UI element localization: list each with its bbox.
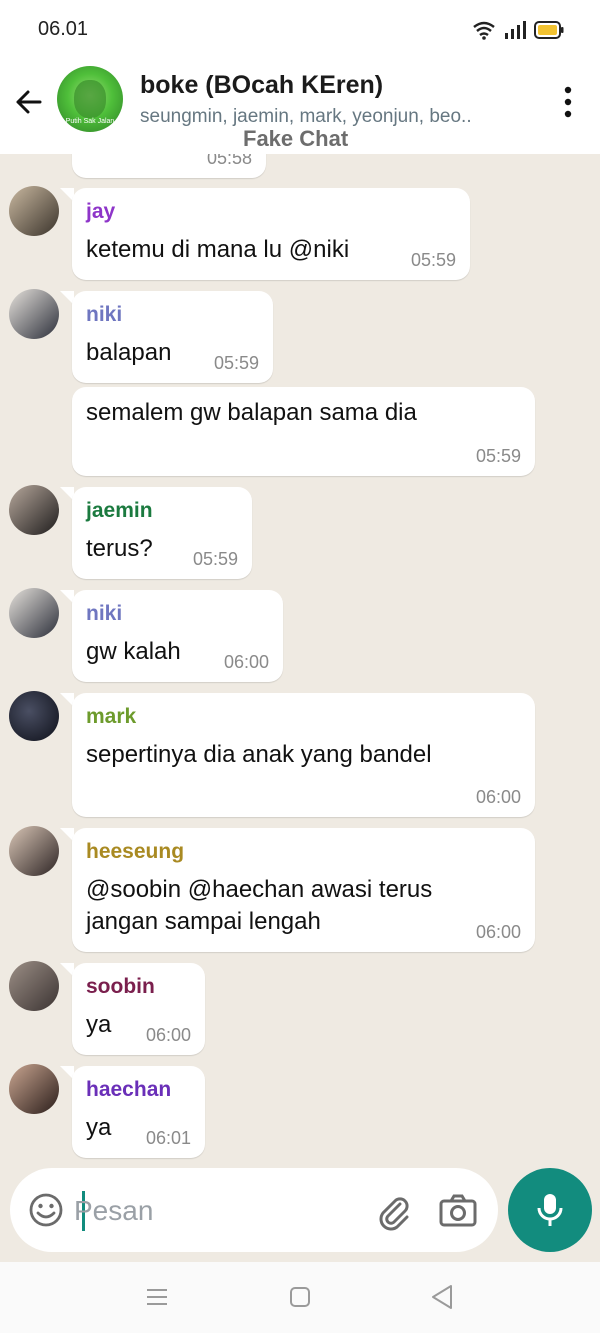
message-text: tes and xyxy=(86,154,165,162)
camera-icon[interactable] xyxy=(438,1190,478,1230)
message-time: 06:00 xyxy=(475,787,521,807)
battery-icon xyxy=(534,21,564,39)
avatar[interactable] xyxy=(9,588,59,638)
chat-area: tes and 05:58 jay ketemu di mana lu @nik… xyxy=(0,154,600,1260)
status-icons xyxy=(472,18,564,42)
watermark-label: Fake Chat xyxy=(243,126,349,151)
message-bubble[interactable]: jay ketemu di mana lu @niki 05:59 xyxy=(72,188,470,280)
group-members[interactable]: seungmin, jaemin, mark, yeonjun, beo.. xyxy=(140,106,472,128)
back-arrow-icon[interactable] xyxy=(10,82,50,122)
message-time: 06:00 xyxy=(223,652,269,672)
message-bubble[interactable]: heeseung @soobin @haechan awasi terus ja… xyxy=(72,828,535,952)
message-time: 05:58 xyxy=(206,154,252,168)
avatar[interactable] xyxy=(9,485,59,535)
message-bubble[interactable]: niki gw kalah 06:00 xyxy=(72,590,283,682)
message-text: semalem gw balapan sama dia xyxy=(86,399,417,426)
message-bubble[interactable]: jaemin terus? 05:59 xyxy=(72,487,252,579)
message-text: terus? xyxy=(86,535,153,562)
group-avatar-face xyxy=(74,80,106,118)
signal-icon xyxy=(505,21,526,39)
status-time: 06.01 xyxy=(38,18,89,40)
paperclip-icon[interactable] xyxy=(374,1192,414,1232)
message-bubble[interactable]: semalem gw balapan sama dia 05:59 xyxy=(72,387,535,476)
sender-name: jay xyxy=(86,200,116,223)
message-time: 05:59 xyxy=(475,446,521,466)
avatar[interactable] xyxy=(9,1064,59,1114)
microphone-icon xyxy=(537,1194,563,1226)
group-avatar[interactable]: Putih Sak Jalan xyxy=(57,66,123,132)
sender-name: niki xyxy=(86,303,123,326)
message-bubble[interactable]: tes and 05:58 xyxy=(72,154,266,178)
sender-name: mark xyxy=(86,705,137,728)
avatar[interactable] xyxy=(9,826,59,876)
message-time: 05:59 xyxy=(192,549,238,569)
sender-name: soobin xyxy=(86,975,155,998)
message-text: gw kalah xyxy=(86,638,181,665)
group-title[interactable]: boke (BOcah KEren) xyxy=(140,71,383,100)
message-text: balapan xyxy=(86,339,172,366)
nav-back-icon[interactable] xyxy=(430,1284,454,1310)
avatar[interactable] xyxy=(9,186,59,236)
message-input[interactable] xyxy=(72,1186,356,1236)
message-bubble[interactable]: soobin ya 06:00 xyxy=(72,963,205,1055)
message-time: 06:00 xyxy=(475,922,521,942)
group-avatar-caption: Putih Sak Jalan xyxy=(65,118,115,125)
message-time: 05:59 xyxy=(213,353,259,373)
emoji-icon[interactable] xyxy=(28,1192,64,1228)
avatar[interactable] xyxy=(9,289,59,339)
message-time: 05:59 xyxy=(410,250,456,270)
system-nav-bar xyxy=(0,1262,600,1333)
message-text: ya xyxy=(86,1011,112,1038)
sender-name: jaemin xyxy=(86,499,153,522)
message-input-bar xyxy=(10,1168,498,1252)
avatar[interactable] xyxy=(9,961,59,1011)
home-icon[interactable] xyxy=(289,1286,311,1308)
wifi-icon xyxy=(473,21,495,40)
sender-name: heeseung xyxy=(86,840,185,863)
avatar[interactable] xyxy=(9,691,59,741)
sender-name: niki xyxy=(86,602,123,625)
status-bar: 06.01 xyxy=(0,0,600,58)
message-text: ketemu di mana lu @niki xyxy=(86,236,350,263)
message-bubble[interactable]: niki balapan 05:59 xyxy=(72,291,273,383)
message-text: sepertinya dia anak yang bandel xyxy=(86,741,432,768)
chat-header: Putih Sak Jalan boke (BOcah KEren) seung… xyxy=(0,58,600,154)
more-options-icon[interactable] xyxy=(560,84,576,120)
mic-button[interactable] xyxy=(508,1168,592,1252)
message-time: 06:00 xyxy=(145,1025,191,1045)
message-bubble[interactable]: haechan ya 06:01 xyxy=(72,1066,205,1158)
recent-apps-icon[interactable] xyxy=(146,1286,168,1308)
message-time: 06:01 xyxy=(145,1128,191,1148)
message-bubble[interactable]: mark sepertinya dia anak yang bandel 06:… xyxy=(72,693,535,817)
message-text: @soobin @haechan awasi terus jangan samp… xyxy=(86,876,433,935)
sender-name: haechan xyxy=(86,1078,172,1101)
message-text: ya xyxy=(86,1114,112,1141)
